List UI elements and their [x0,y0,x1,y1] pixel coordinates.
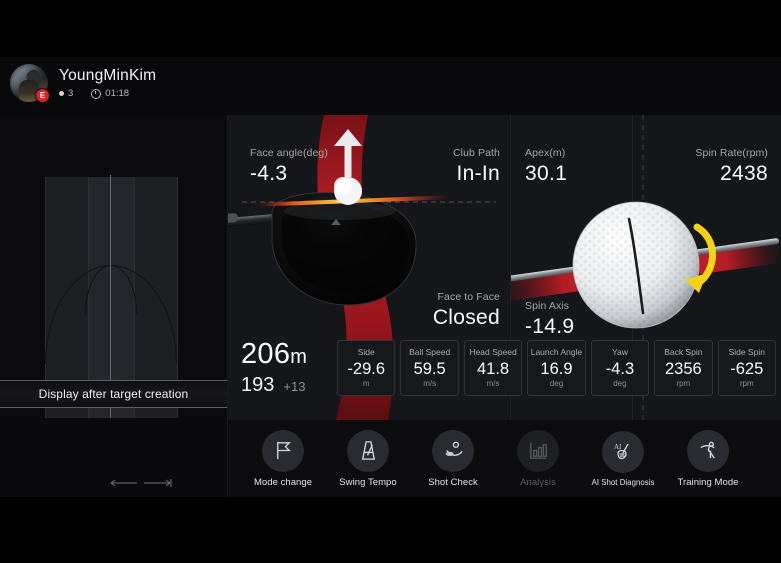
distance-sub: 193 +13 [241,374,337,396]
club-path-label: Club Path [388,147,500,160]
shot-count-dot-icon [59,91,64,96]
analysis-label: Analysis [520,477,556,488]
flag-icon [272,439,295,462]
shot-check-circle [432,430,474,472]
metric-name: Side [358,347,375,358]
metric-card-back-spin[interactable]: Back Spin 2356 rpm [654,340,712,396]
metric-unit: deg [613,379,626,389]
range-map[interactable]: Display after target creation [0,115,227,418]
target-creation-banner: Display after target creation [0,380,227,408]
shot-count: 3 [68,88,73,99]
spin-rate-value: 2438 [638,161,768,186]
metric-card-yaw[interactable]: Yaw -4.3 deg [591,340,649,396]
shot-check-button[interactable]: Shot Check [414,430,492,488]
metric-value: 59.5 [414,359,446,379]
metric-value: 41.8 [477,359,509,379]
metric-unit: rpm [740,379,754,389]
metric-unit: m/s [423,379,436,389]
bar-chart-icon [527,439,550,462]
metric-name: Head Speed [469,347,516,358]
apex-metric: Apex(m) 30.1 [525,147,567,186]
letterbox-top [0,0,781,57]
metronome-icon [357,439,380,462]
distance-scale-icon [110,478,172,488]
metric-card-side[interactable]: Side -29.6 m [337,340,395,396]
analysis-circle [517,430,559,472]
metric-name: Back Spin [664,347,702,358]
metric-card-launch-angle[interactable]: Launch Angle 16.9 deg [527,340,585,396]
spin-axis-label: Spin Axis [525,300,574,313]
metrics-strip: 206m 193 +13 Side -29.6 m Ball Speed 59.… [228,335,781,400]
letterbox-bottom [0,497,781,563]
mode-change-circle [262,430,304,472]
spin-rate-metric: Spin Rate(rpm) 2438 [638,147,768,186]
metric-card-side-spin[interactable]: Side Spin -625 rpm [718,340,776,396]
spin-axis-metric: Spin Axis -14.9 [525,300,574,339]
metric-card-ball-speed[interactable]: Ball Speed 59.5 m/s [400,340,458,396]
spin-rate-label: Spin Rate(rpm) [638,147,768,160]
distance-block: 206m 193 +13 [228,339,337,396]
ai-shot-diagnosis-button[interactable]: AI AI Shot Diagnosis [584,431,662,487]
total-distance: 206m [241,339,337,373]
carry-distance: 193 [241,374,274,396]
shot-check-icon [442,439,465,462]
swing-tempo-button[interactable]: Swing Tempo [329,430,407,488]
ai-shot-diagnosis-label: AI Shot Diagnosis [592,478,655,487]
metric-unit: deg [550,379,563,389]
app-screen: E YoungMinKim 3 01:18 ((●)) Driver [0,0,781,563]
apex-label: Apex(m) [525,147,567,160]
bottom-toolbar: Mode change Swing Tempo Shot Check [228,420,781,497]
session-time: 01:18 [105,88,129,99]
user-profile[interactable]: E YoungMinKim 3 01:18 [10,64,156,102]
ai-club-icon: AI [611,440,635,464]
total-distance-unit: m [290,346,307,368]
training-mode-button[interactable]: Training Mode [669,430,747,488]
club-path-value: In-In [388,161,500,186]
metric-value: -29.6 [347,359,385,379]
face-to-face-value: Closed [378,305,500,330]
metric-name: Launch Angle [531,347,583,358]
range-panel: Display after target creation Recent Hit… [0,115,228,497]
metric-name: Side Spin [729,347,765,358]
ai-shot-diagnosis-circle: AI [602,431,644,473]
metric-name: Yaw [612,347,628,358]
metric-unit: m/s [487,379,500,389]
total-distance-value: 206 [241,338,290,370]
face-angle-value: -4.3 [250,161,328,186]
metric-name: Ball Speed [409,347,450,358]
training-mode-label: Training Mode [677,477,738,488]
training-mode-circle [687,430,729,472]
face-angle-label: Face angle(deg) [250,147,328,160]
club-path-metric: Club Path In-In [388,147,500,186]
app-header: E YoungMinKim 3 01:18 ((●)) Driver [0,57,781,115]
metric-value: 16.9 [540,359,572,379]
face-angle-metric: Face angle(deg) -4.3 [250,147,328,186]
mode-change-button[interactable]: Mode change [244,430,322,488]
target-creation-text: Display after target creation [39,387,189,401]
analysis-button[interactable]: Analysis [499,430,577,488]
user-meta: 3 01:18 [59,88,156,99]
svg-text:AI: AI [614,443,622,451]
metric-unit: m [363,379,370,389]
avatar-wrapper: E [10,64,48,102]
user-name: YoungMinKim [59,67,156,84]
user-texts: YoungMinKim 3 01:18 [59,67,156,99]
clock-icon [91,89,101,99]
swing-tempo-circle [347,430,389,472]
metric-value: 2356 [665,359,702,379]
metric-value: -625 [730,359,763,379]
golfer-swing-icon [697,439,720,462]
swing-tempo-label: Swing Tempo [339,477,396,488]
face-to-face-metric: Face to Face Closed [378,291,500,330]
shot-check-label: Shot Check [428,477,478,488]
metric-unit: rpm [676,379,690,389]
roll-distance: +13 [283,379,305,394]
apex-value: 30.1 [525,161,567,186]
metric-value: -4.3 [606,359,634,379]
face-to-face-label: Face to Face [378,291,500,304]
mode-change-label: Mode change [254,477,312,488]
avatar-badge: E [35,88,50,103]
metric-card-head-speed[interactable]: Head Speed 41.8 m/s [464,340,522,396]
